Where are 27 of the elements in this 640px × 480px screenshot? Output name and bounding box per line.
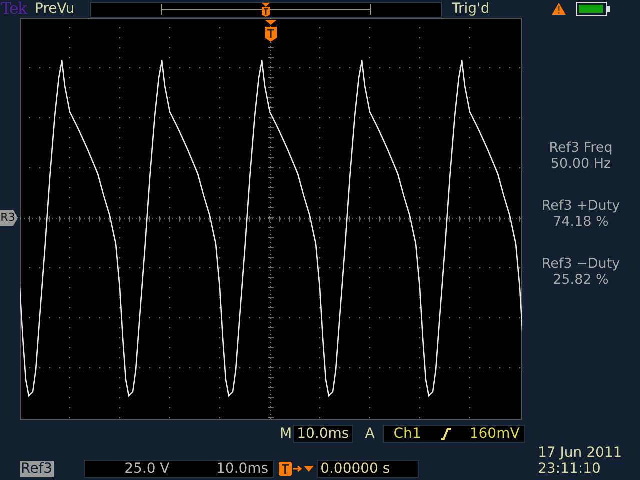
measurement-value: 50.00 Hz (550, 156, 612, 172)
brand-logo: Tek (0, 1, 28, 17)
acquisition-mode: PreVu (35, 1, 76, 17)
trigger-position-icon (265, 20, 277, 42)
trigger-label: A (365, 426, 375, 442)
position-readout: 0.00000 s (316, 460, 419, 478)
trigger-marker-icon (261, 2, 271, 16)
reference-timebase: 10.0ms (216, 461, 269, 477)
trigger-level: 160mV (470, 426, 520, 442)
measurement-label: Ref3 +Duty (542, 198, 620, 214)
battery-icon (576, 2, 610, 16)
reference-marker: R3 (0, 210, 18, 226)
reference-scale: 25.0 V (124, 461, 170, 477)
time-display: 23:11:10 (538, 461, 602, 477)
measurement-label: Ref3 Freq (549, 140, 613, 156)
rising-edge-icon (440, 427, 452, 441)
warning-icon (552, 3, 566, 15)
timebase-label: M (280, 426, 292, 442)
measurement-value: 25.82 % (553, 272, 609, 288)
trigger-source: Ch1 (394, 426, 422, 442)
trigger-offset-icon (278, 461, 315, 477)
measurement-label: Ref3 −Duty (542, 256, 620, 272)
reference-label: Ref3 (20, 461, 54, 477)
trigger-status: Trig'd (452, 1, 491, 17)
timebase-readout: 10.0ms (293, 425, 354, 443)
date-display: 17 Jun 2011 (538, 445, 622, 461)
measurement-value: 74.18 % (553, 214, 609, 230)
